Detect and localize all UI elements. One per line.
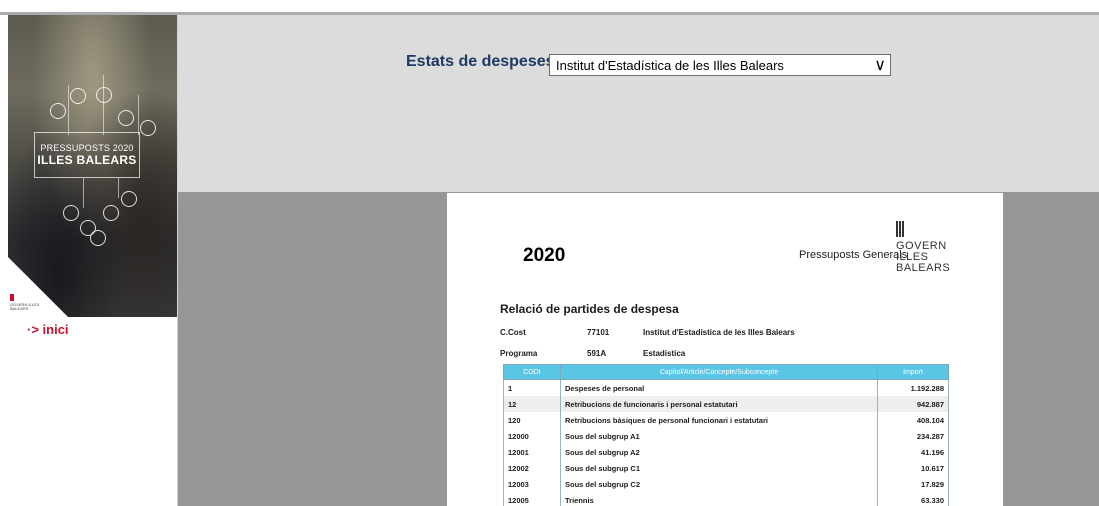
row-amount: 41.196 xyxy=(877,444,949,460)
chevron-down-icon[interactable]: ∨ xyxy=(874,55,886,75)
table-row: 12000 Sous del subgrup A1 234.287 xyxy=(503,428,949,444)
entity-select[interactable]: Institut d'Estadística de les Illes Bale… xyxy=(549,54,891,76)
home-link[interactable]: ·> inici xyxy=(27,322,69,337)
row-description: Retribucions de funcionaris i personal e… xyxy=(560,396,878,412)
banner-title-line1: PRESSUPOSTS 2020 xyxy=(40,143,134,153)
banner-icon xyxy=(140,120,156,136)
table-row: 1 Despeses de personal 1.192.288 xyxy=(503,379,949,396)
row-code: 12 xyxy=(503,396,561,412)
row-code: 120 xyxy=(503,412,561,428)
banner-title-line2: ILLES BALEARS xyxy=(37,153,137,167)
table-row: 12003 Sous del subgrup C2 17.829 xyxy=(503,476,949,492)
table-row: 12001 Sous del subgrup A2 41.196 xyxy=(503,444,949,460)
row-code: 1 xyxy=(503,379,561,396)
banner-icon xyxy=(63,205,79,221)
banner-icon xyxy=(50,103,66,119)
entity-select-value: Institut d'Estadística de les Illes Bale… xyxy=(556,58,784,73)
banner-icon xyxy=(118,110,134,126)
banner-line xyxy=(83,178,84,208)
row-amount: 17.829 xyxy=(877,476,949,492)
budget-banner-image: PRESSUPOSTS 2020 ILLES BALEARS GOVERN IL… xyxy=(8,15,177,317)
table-row: 120 Retribucions bàsiques de personal fu… xyxy=(503,412,949,428)
table-row: 12005 Triennis 63.330 xyxy=(503,492,949,506)
row-code: 12000 xyxy=(503,428,561,444)
program-label: Programa xyxy=(500,349,538,358)
row-description: Despeses de personal xyxy=(560,379,878,396)
row-code: 12005 xyxy=(503,492,561,506)
row-amount: 942.887 xyxy=(877,396,949,412)
banner-line xyxy=(138,95,139,135)
row-description: Sous del subgrup C2 xyxy=(560,476,878,492)
banner-line xyxy=(103,75,104,135)
row-description: Sous del subgrup C1 xyxy=(560,460,878,476)
banner-icon xyxy=(90,230,106,246)
banner-line xyxy=(118,178,119,198)
row-amount: 10.617 xyxy=(877,460,949,476)
table-row: 12002 Sous del subgrup C1 10.617 xyxy=(503,460,949,476)
row-code: 12002 xyxy=(503,460,561,476)
row-description: Retribucions bàsiques de personal funcio… xyxy=(560,412,878,428)
col-header-description: Capítol/Article/Concepte/Subconcepte xyxy=(560,364,878,380)
banner-icon xyxy=(121,191,137,207)
banner-icon xyxy=(103,205,119,221)
cost-center-name: Institut d'Estadística de les Illes Bale… xyxy=(643,328,795,337)
row-code: 12003 xyxy=(503,476,561,492)
row-amount: 408.104 xyxy=(877,412,949,428)
sidebar: PRESSUPOSTS 2020 ILLES BALEARS GOVERN IL… xyxy=(8,15,178,506)
program-name: Estadística xyxy=(643,349,686,358)
row-description: Sous del subgrup A2 xyxy=(560,444,878,460)
col-header-amount: Import xyxy=(877,364,949,380)
row-amount: 234.287 xyxy=(877,428,949,444)
header-bar xyxy=(178,15,1099,192)
govern-logo-line3: BALEARS xyxy=(896,262,951,274)
table-header-row: CODI Capítol/Article/Concepte/Subconcept… xyxy=(503,364,949,380)
cost-center-code: 77101 xyxy=(587,328,610,337)
banner-icon xyxy=(96,87,112,103)
row-description: Sous del subgrup A1 xyxy=(560,428,878,444)
row-amount: 63.330 xyxy=(877,492,949,506)
section-title: Relació de partides de despesa xyxy=(500,302,679,316)
expense-table: CODI Capítol/Article/Concepte/Subconcept… xyxy=(503,364,949,506)
row-description: Triennis xyxy=(560,492,878,506)
publication-title: Pressuposts Generals xyxy=(799,249,908,261)
row-code: 12001 xyxy=(503,444,561,460)
col-header-code: CODI xyxy=(503,364,561,380)
govern-logo-text: GOVERN ILLES BALEARS xyxy=(10,302,40,311)
banner-title: PRESSUPOSTS 2020 ILLES BALEARS xyxy=(34,132,140,178)
table-row: 12 Retribucions de funcionaris i persona… xyxy=(503,396,949,412)
document-year: 2020 xyxy=(523,245,566,266)
banner-line xyxy=(68,85,69,135)
govern-logo-small: GOVERN ILLES BALEARS xyxy=(10,294,40,311)
row-amount: 1.192.288 xyxy=(877,379,949,396)
govern-mark-icon xyxy=(10,294,14,301)
banner-icon xyxy=(70,88,86,104)
program-code: 591A xyxy=(587,349,607,358)
expense-states-label: Estats de despeses xyxy=(406,53,555,70)
budget-document[interactable]: 2020 Pressuposts Generals GOVERN ILLES B… xyxy=(447,193,1003,506)
govern-logo-icon xyxy=(896,221,906,237)
cost-center-label: C.Cost xyxy=(500,328,526,337)
govern-logo: GOVERN ILLES BALEARS xyxy=(896,221,966,274)
